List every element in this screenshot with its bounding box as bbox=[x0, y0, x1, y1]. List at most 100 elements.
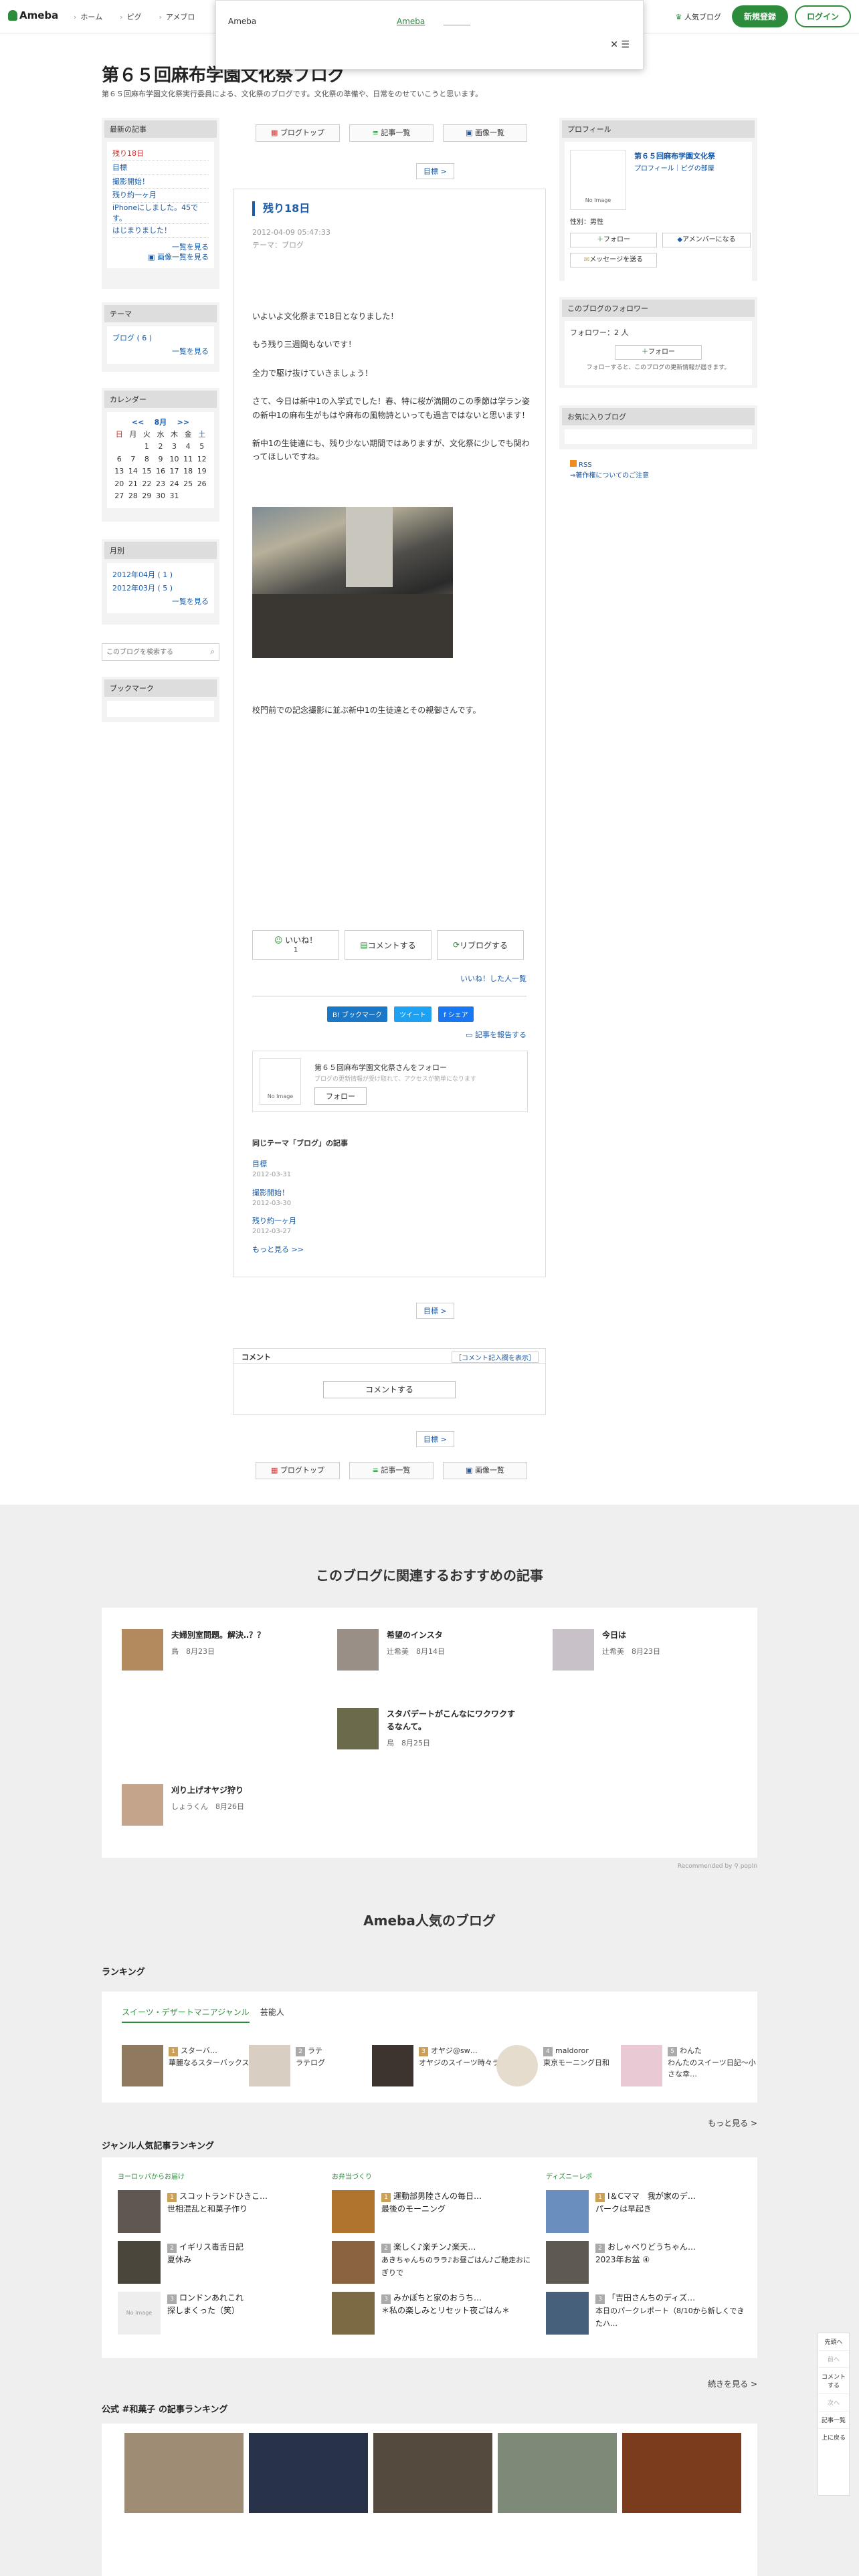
hatena-bookmark-button[interactable]: B! ブックマーク bbox=[327, 1006, 388, 1022]
month-item[interactable]: 2012年04月 ( 1 ) bbox=[112, 568, 209, 582]
recommend-item[interactable]: 希望のインスタ 辻希美 8月14日 bbox=[337, 1629, 520, 1671]
popular-blog-link[interactable]: ♛ 人気ブログ bbox=[676, 11, 721, 22]
float-prev-button[interactable]: 前へ bbox=[818, 2351, 849, 2368]
signup-button[interactable]: 新規登録 bbox=[731, 5, 788, 27]
same-theme-item[interactable]: 目標 bbox=[252, 1158, 348, 1170]
nav-home[interactable]: ホーム bbox=[74, 11, 102, 22]
recommend-item[interactable]: 刈り上げオヤジ狩り しょうくん 8月26日 bbox=[122, 1784, 305, 1826]
recent-item[interactable]: 残り18日 bbox=[112, 147, 209, 161]
next-article-button[interactable]: 目標 > bbox=[416, 1303, 454, 1319]
same-theme-item[interactable]: 残り約一ヶ月 bbox=[252, 1215, 348, 1226]
recent-item[interactable]: 撮影開始！ bbox=[112, 175, 209, 189]
close-icon[interactable]: ✕ ☰ bbox=[610, 39, 630, 50]
genre-heading[interactable]: お弁当づくり bbox=[332, 2171, 533, 2181]
image-list-button[interactable]: ▣ 画像一覧 bbox=[443, 124, 527, 142]
recommend-item[interactable]: 夫婦別室問題。解決‥？？鳥 8月23日 bbox=[122, 1629, 305, 1671]
theme-item[interactable]: ブログ ( 6 ) bbox=[112, 332, 209, 345]
article-list-button[interactable]: ≡ 記事一覧 bbox=[349, 1462, 434, 1479]
official-photo[interactable] bbox=[373, 2433, 492, 2513]
recommend-item[interactable]: スタバデートがこんなにワクワクするなんて。鳥 8月25日 bbox=[337, 1708, 520, 1749]
genre-heading[interactable]: ディズニーレポ bbox=[546, 2171, 747, 2181]
avatar[interactable]: No Image bbox=[570, 150, 626, 210]
genre-item[interactable]: 3 「吉田さんちのディズ… 本日のパークレポート（8/10から新しくできたハ… bbox=[546, 2292, 747, 2335]
next-article-button[interactable]: 目標 > bbox=[416, 163, 454, 179]
article-list-button[interactable]: ≡ 記事一覧 bbox=[349, 124, 434, 142]
official-photo[interactable] bbox=[622, 2433, 741, 2513]
profile-name[interactable]: 第６５回麻布学園文化祭 bbox=[634, 150, 715, 163]
article-title[interactable]: 残り18日 bbox=[252, 201, 310, 216]
image-list-button[interactable]: ▣ 画像一覧 bbox=[443, 1462, 527, 1479]
genre-heading[interactable]: ヨーロッパからお届け bbox=[118, 2171, 318, 2181]
float-comment-button[interactable]: コメントする bbox=[818, 2368, 849, 2394]
genre-item[interactable]: 1 運動部男陸さんの毎日… 最後のモーニング bbox=[332, 2190, 533, 2233]
float-next-button[interactable]: 次へ bbox=[818, 2394, 849, 2411]
follow-button[interactable]: ＋フォロー bbox=[570, 233, 657, 247]
float-first-button[interactable]: 先頭へ bbox=[818, 2333, 849, 2351]
reblog-button[interactable]: ⟳ リブログする bbox=[437, 930, 524, 960]
genre-item[interactable]: 2 楽しく♪楽チン♪楽天… あきちゃんちのララ♪お昼ごはん♪ご馳走おにぎりで bbox=[332, 2241, 533, 2284]
genre-ranking-box: ヨーロッパからお届け 1 スコットランドひきこ… 世相混乱と和菓子作り 2 イギリス毒… bbox=[102, 2157, 757, 2358]
genre-item[interactable]: 1 スコットランドひきこ… 世相混乱と和菓子作り bbox=[118, 2190, 318, 2233]
next-article-button[interactable]: 目標 > bbox=[416, 1431, 454, 1447]
month-more-link[interactable]: 一覧を見る bbox=[112, 595, 209, 609]
follow-box-button[interactable]: フォロー bbox=[314, 1087, 367, 1105]
popup-link[interactable]: Ameba bbox=[397, 17, 425, 26]
same-theme-item[interactable]: 撮影開始！ bbox=[252, 1187, 348, 1198]
ranking-item[interactable]: 5 わんた わんたのスイーツ日記〜小さな幸… bbox=[621, 2045, 757, 2086]
amember-button[interactable]: ◆アメンバーになる bbox=[662, 233, 751, 247]
nav-pigg[interactable]: ピグ bbox=[120, 11, 141, 22]
profile-links[interactable]: プロフィール｜ピグの部屋 bbox=[634, 163, 714, 175]
genre-more-link[interactable]: 続きを見る > bbox=[708, 2378, 757, 2389]
recent-item[interactable]: はじまりました！ bbox=[112, 224, 209, 238]
avatar[interactable]: No Image bbox=[260, 1058, 301, 1105]
ranking-more-link[interactable]: もっと見る > bbox=[708, 2117, 757, 2129]
article-theme[interactable]: テーマ：ブログ bbox=[252, 239, 330, 252]
recent-more-link[interactable]: 一覧を見る bbox=[112, 242, 209, 252]
ranking-heading: ランキング bbox=[102, 1967, 145, 1977]
tab-celebrity[interactable]: 芸能人 bbox=[260, 2006, 284, 2023]
float-list-button[interactable]: 記事一覧 bbox=[818, 2411, 849, 2429]
float-top-button[interactable]: 上に戻る bbox=[818, 2429, 849, 2446]
comment-button[interactable]: ▤ コメントする bbox=[345, 930, 432, 960]
message-button[interactable]: ✉メッセージを送る bbox=[570, 253, 657, 267]
ameba-logo[interactable]: Ameba bbox=[8, 9, 58, 21]
liked-users-link[interactable]: いいね！した人一覧 bbox=[460, 973, 527, 984]
copyright-note[interactable]: ⇒著作権についてのご注意 bbox=[570, 471, 649, 481]
calendar-month-nav[interactable]: << 8月 >> bbox=[112, 417, 209, 429]
genre-item[interactable]: 2 おしゃべりどうちゃん… 2023年お盆 ④ bbox=[546, 2241, 747, 2284]
same-theme-more[interactable]: もっと見る >> bbox=[252, 1244, 348, 1255]
blog-toolbar-top: ▦ ブログトップ ≡ 記事一覧 ▣ 画像一覧 bbox=[256, 124, 527, 142]
official-photo[interactable] bbox=[498, 2433, 617, 2513]
genre-item[interactable]: 3 みかぽちと家のおうち… ＊私の楽しみとリセット夜ごはん＊ bbox=[332, 2292, 533, 2335]
like-button[interactable]: ☺ いいね！ 1 bbox=[252, 930, 339, 960]
recommend-item[interactable]: 今日は 辻希美 8月23日 bbox=[553, 1629, 736, 1671]
recent-item[interactable]: 目標 bbox=[112, 161, 209, 175]
ranking-item[interactable]: 4 maldoror 東京モーニング日和 bbox=[496, 2045, 609, 2086]
recent-item[interactable]: 残り約一ヶ月 bbox=[112, 189, 209, 203]
theme-more-link[interactable]: 一覧を見る bbox=[112, 345, 209, 358]
official-photo[interactable] bbox=[249, 2433, 368, 2513]
nav-ameblo[interactable]: アメブロ bbox=[159, 11, 195, 22]
genre-item[interactable]: 1 I＆Cママ 我が家のデ… パークは早起き bbox=[546, 2190, 747, 2233]
ranking-item[interactable]: 2 ラテ ラテログ bbox=[249, 2045, 325, 2086]
facebook-share-button[interactable]: f シェア bbox=[438, 1006, 474, 1022]
comment-submit-button[interactable]: コメントする bbox=[323, 1381, 456, 1398]
article-photo[interactable] bbox=[252, 507, 453, 658]
blog-top-button[interactable]: ▦ ブログトップ bbox=[256, 124, 340, 142]
recent-item[interactable]: iPhoneにしました。45です。 bbox=[112, 203, 209, 224]
tweet-button[interactable]: ツイート bbox=[394, 1006, 432, 1022]
search-icon[interactable]: ⌕ bbox=[210, 647, 215, 657]
follow-button-2[interactable]: ＋フォロー bbox=[615, 344, 702, 360]
blog-search-input[interactable] bbox=[102, 644, 199, 660]
report-link[interactable]: ▭ 記事を報告する bbox=[466, 1029, 527, 1040]
month-item[interactable]: 2012年03月 ( 5 ) bbox=[112, 582, 209, 595]
official-photo[interactable] bbox=[124, 2433, 244, 2513]
tab-sweets[interactable]: スイーツ・デザートマニアジャンル bbox=[122, 2006, 250, 2023]
rss-link[interactable]: RSS bbox=[570, 460, 649, 471]
genre-item[interactable]: 2 イギリス毒舌日記 夏休み bbox=[118, 2241, 318, 2284]
blog-top-button[interactable]: ▦ ブログトップ bbox=[256, 1462, 340, 1479]
show-comment-form-link[interactable]: ［コメント記入欄を表示］ bbox=[452, 1352, 539, 1363]
login-button[interactable]: ログイン bbox=[794, 5, 851, 27]
image-list-link[interactable]: ▣ 画像一覧を見る bbox=[112, 252, 209, 262]
genre-item[interactable]: No Image 3 ロンドンあれこれ 探しまくった（笑） bbox=[118, 2292, 318, 2335]
